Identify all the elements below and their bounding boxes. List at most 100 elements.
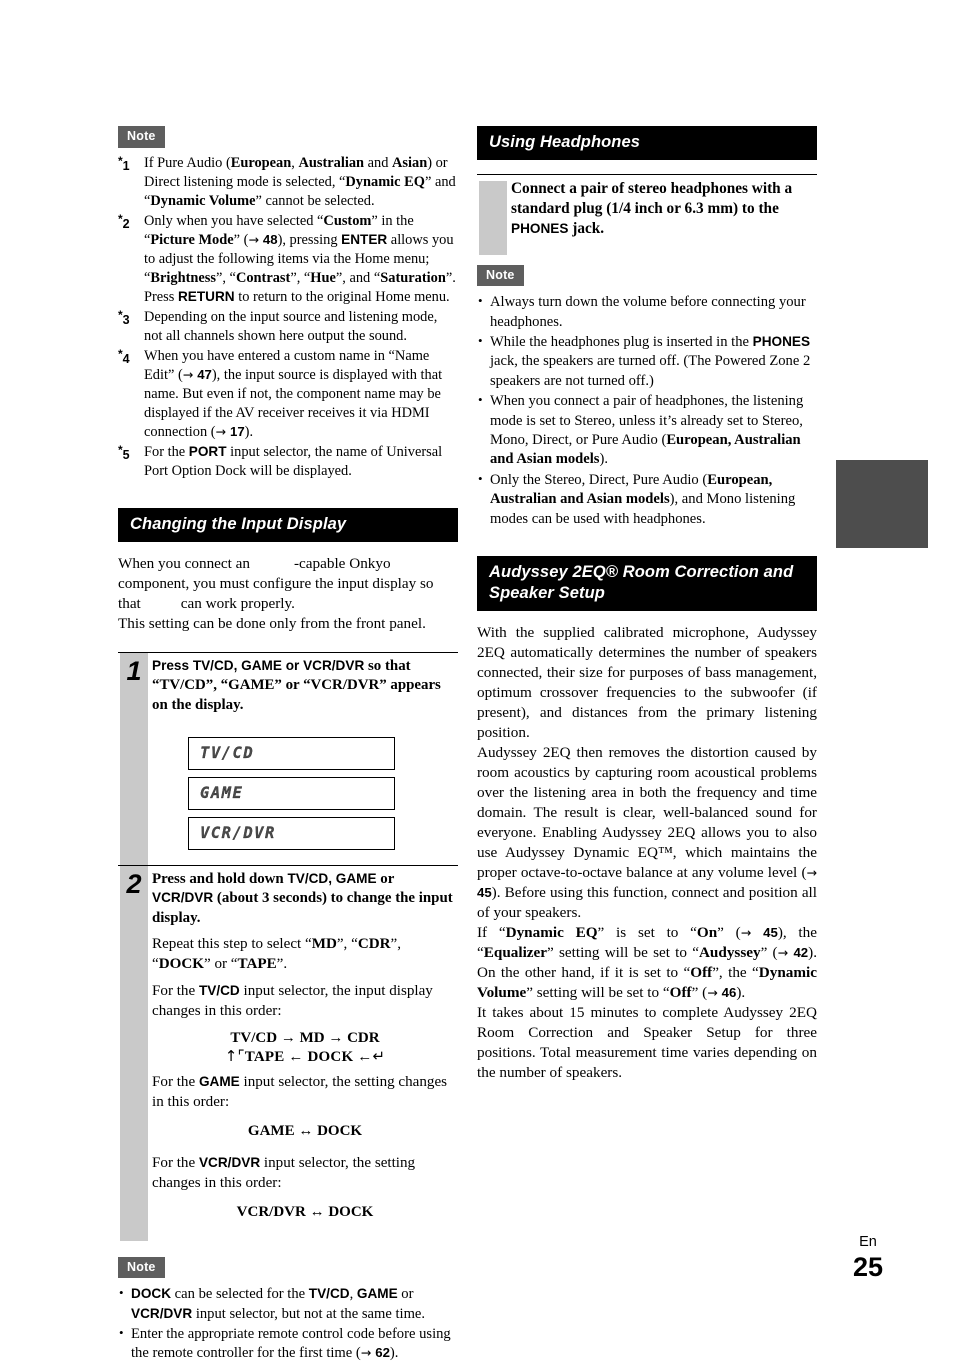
note-badge-bottom: Note <box>118 1256 165 1279</box>
footnote-marker: *2 <box>118 211 130 231</box>
control-name: TV/CD, GAME <box>287 870 377 886</box>
page-reference: → 17 <box>215 423 245 439</box>
control-name: GAME <box>356 1286 398 1302</box>
control-name: VCR/DVR <box>152 890 214 906</box>
footnote-marker: *3 <box>118 307 130 327</box>
audyssey-paragraph: It takes about 15 minutes to complete Au… <box>477 1004 817 1081</box>
step-2-number: 2 <box>126 868 142 899</box>
emphasis: European, Australian and Asian models <box>490 432 801 468</box>
page-reference: → 46 <box>707 985 737 1001</box>
left-column: Note *1 If Pure Audio (European, Australi… <box>118 126 458 1365</box>
footnote-item: *2 Only when you have selected “Custom” i… <box>118 212 458 307</box>
flow-diagram-tvcd: TV/CD → MD → CDR ↑⌜TAPE ← DOCK ←↵ <box>152 1030 458 1066</box>
headphones-note-list: Always turn down the volume before conne… <box>477 292 817 529</box>
emphasis: Equalizer <box>483 944 548 962</box>
emphasis: On <box>696 924 718 942</box>
section-heading-changing-input-display: Changing the Input Display <box>118 507 458 542</box>
control-name: ENTER <box>341 231 388 247</box>
emphasis: Dynamic EQ <box>505 924 598 942</box>
language-code: En <box>859 1233 877 1250</box>
emphasis: Off <box>690 964 713 982</box>
intro-text-c: can work properly. <box>180 594 295 612</box>
step-2-repeat-text: Repeat this step to select “MD”, “CDR”, … <box>152 936 401 972</box>
arrow-icon: → <box>806 865 817 881</box>
step-2-instruction: Press and hold down TV/CD, GAME or VCR/D… <box>152 870 453 926</box>
emphasis: Dynamic EQ <box>345 173 425 190</box>
control-name: PHONES <box>511 220 569 236</box>
audyssey-paragraph: Audyssey 2EQ then removes the distortion… <box>477 744 817 922</box>
page-reference: → 62 <box>360 1345 390 1361</box>
page-number: 25 <box>852 1252 884 1282</box>
emphasis: Dynamic Volume <box>477 964 817 1002</box>
arrow-icon: → <box>707 985 722 1001</box>
emphasis: Australian <box>298 154 365 171</box>
control-name: TV/CD <box>308 1286 350 1302</box>
display-text-tvcd: TV/CD <box>200 744 255 763</box>
emphasis: Dynamic Volume <box>150 192 256 209</box>
control-name: RETURN <box>177 288 235 304</box>
footnote-item: *4 When you have entered a custom name in… <box>118 347 458 442</box>
intro-paragraph-2: This setting can be done only from the f… <box>118 614 426 632</box>
arrow-icon: → <box>360 1345 376 1361</box>
arrow-icon: → <box>182 366 198 382</box>
footnote-list: *1 If Pure Audio (European, Australian an… <box>118 154 458 481</box>
note-item: Only the Stereo, Direct, Pure Audio (Eur… <box>477 470 817 529</box>
callout-rail <box>479 181 507 256</box>
arrow-icon: → <box>215 423 230 439</box>
emphasis: Off <box>669 984 692 1002</box>
emphasis: Saturation <box>380 269 446 286</box>
emphasis: European <box>230 154 292 171</box>
headphones-callout-text: Connect a pair of stereo headphones with… <box>511 180 793 237</box>
footnote-item: *5 For the PORT input selector, the name … <box>118 443 458 481</box>
flow-tvcd-row-1: TV/CD → MD → CDR <box>230 1030 380 1047</box>
bottom-note-list: DOCK can be selected for the TV/CD, GAME… <box>118 1284 458 1364</box>
step-1: 1 Press TV/CD, GAME or VCR/DVR so that “… <box>118 651 458 865</box>
page-reference: → 48 <box>248 231 278 247</box>
footnote-item: *1 If Pure Audio (European, Australian an… <box>118 154 458 211</box>
display-text-game: GAME <box>200 784 244 803</box>
arrow-icon: → <box>248 231 263 247</box>
note-item: Always turn down the volume before conne… <box>477 292 817 332</box>
page-footer: En 25 <box>808 1233 928 1282</box>
page-reference: → 45 <box>740 925 778 941</box>
headphones-callout: Connect a pair of stereo headphones with… <box>477 174 817 256</box>
step-2-vcr-text: For the VCR/DVR input selector, the sett… <box>152 1154 416 1191</box>
audyssey-paragraph: If “Dynamic EQ” is set to “On” (→ 45), t… <box>477 924 817 1002</box>
note-item: When you connect a pair of headphones, t… <box>477 391 817 470</box>
arrow-icon: → <box>777 945 794 961</box>
display-mockup-tvcd: TV/CD <box>188 736 395 770</box>
intro-text-a: When you connect an <box>118 554 250 572</box>
footnote-marker: *1 <box>118 153 130 173</box>
emphasis: Hue <box>310 269 336 286</box>
step-2-game-text: For the GAME input selector, the setting… <box>152 1074 448 1111</box>
footnote-text: For the PORT input selector, the name of… <box>144 443 443 479</box>
note-item: While the headphones plug is inserted in… <box>477 332 817 391</box>
intro-paragraph: When you connect an -capable Onkyo compon… <box>118 554 458 614</box>
flow-corner-return-icon: ↵ <box>372 1046 386 1065</box>
flow-diagram-vcrdvr: VCR/DVR ↔ DOCK <box>236 1203 374 1220</box>
flow-diagram-game: GAME ↔ DOCK <box>247 1122 363 1139</box>
arrow-icon: → <box>740 925 764 941</box>
emphasis: MD <box>311 936 337 953</box>
step-1-instruction: Press TV/CD, GAME or VCR/DVR so that “TV… <box>152 657 441 713</box>
display-mockups: TV/CD GAME VCR/DVR <box>152 736 458 850</box>
audyssey-paragraph: With the supplied calibrated microphone,… <box>477 624 817 742</box>
emphasis: Brightness <box>150 269 216 286</box>
emphasis: CDR <box>357 936 391 953</box>
flow-tvcd-row-2: ↑⌜TAPE ← DOCK ←↵ <box>224 1046 386 1065</box>
right-column: Using Headphones Connect a pair of stere… <box>477 126 817 1083</box>
note-badge-footnotes: Note <box>118 126 165 148</box>
emphasis: Contrast <box>235 269 291 286</box>
footnote-marker: *5 <box>118 442 130 462</box>
emphasis: Picture Mode <box>150 231 234 248</box>
emphasis: DOCK <box>158 955 204 972</box>
display-text-vcrdvr: VCR/DVR <box>200 824 276 843</box>
control-name: VCR/DVR <box>131 1305 193 1321</box>
control-name: PHONES <box>752 334 811 350</box>
control-name: Press TV/CD, GAME or VCR/DVR <box>152 657 365 673</box>
section-heading-using-headphones: Using Headphones <box>477 126 817 161</box>
control-name: GAME <box>198 1074 240 1090</box>
footnote-item: *3 Depending on the input source and list… <box>118 308 458 346</box>
step-2-tvcd-text: For the TV/CD input selector, the input … <box>152 982 433 1019</box>
chapter-tab-marker <box>836 460 928 548</box>
